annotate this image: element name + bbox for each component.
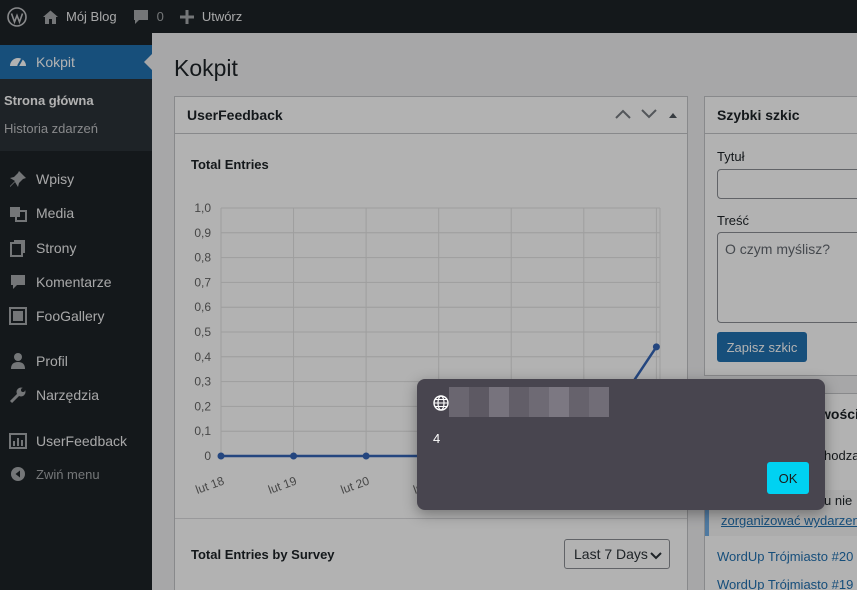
alert-dialog: 4 OK	[417, 379, 825, 510]
origin-redacted	[449, 387, 609, 417]
alert-message: 4	[433, 431, 441, 446]
ok-button[interactable]: OK	[767, 462, 809, 494]
globe-icon	[433, 395, 449, 414]
